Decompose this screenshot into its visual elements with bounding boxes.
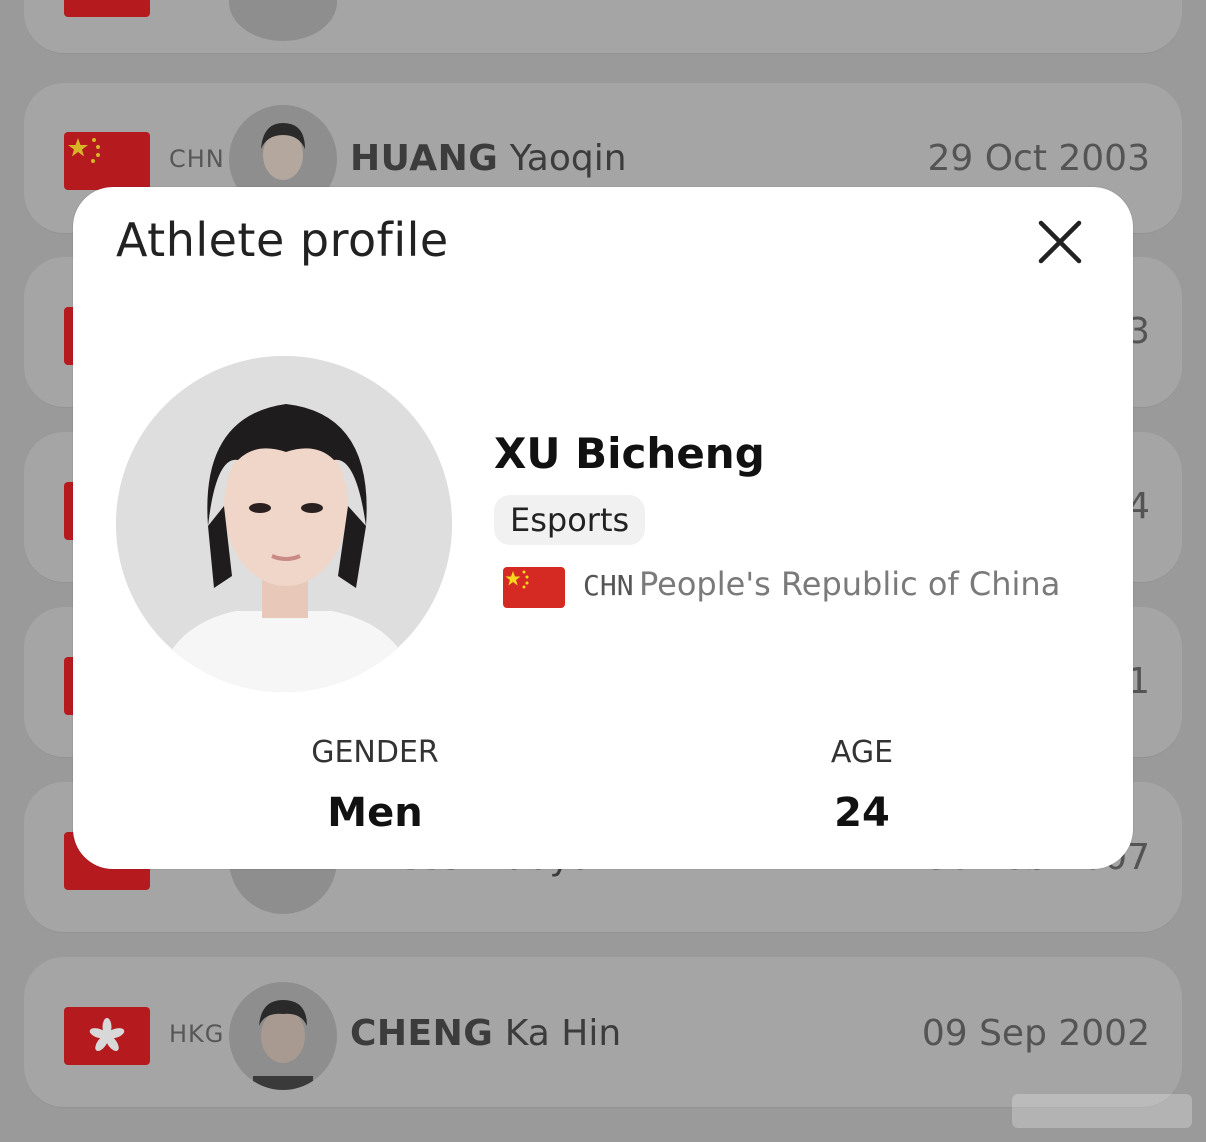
chn-flag-icon	[503, 567, 565, 608]
birth-date: 29 Oct 2003	[927, 138, 1150, 179]
country-code: HKG	[169, 1020, 225, 1048]
list-item[interactable]	[24, 0, 1182, 53]
flag-icon	[64, 0, 150, 17]
list-item[interactable]: HKG CHENG Ka Hin 09 Sep 2002	[24, 957, 1182, 1107]
athlete-profile-dialog: Athlete profile XU Bicheng Esports CHN P…	[73, 187, 1133, 869]
athlete-name: HUANG Yaoqin	[350, 138, 627, 179]
country-code: CHN	[583, 569, 634, 602]
avatar	[229, 0, 337, 41]
chn-flag-icon	[64, 132, 150, 190]
sport-badge: Esports	[494, 495, 646, 545]
hkg-flag-icon	[64, 1007, 150, 1065]
birth-date: 09 Sep 2002	[921, 1013, 1150, 1054]
country-code: CHN	[169, 145, 225, 173]
athlete-photo	[116, 356, 452, 692]
gender-label: GENDER	[311, 735, 439, 770]
athlete-name: CHENG Ka Hin	[350, 1013, 622, 1054]
age-label: AGE	[830, 735, 894, 770]
close-button[interactable]	[1035, 217, 1085, 267]
age-value: 24	[834, 790, 890, 836]
close-icon	[1038, 220, 1082, 264]
gender-value: Men	[327, 790, 423, 836]
country-name: People's Republic of China	[639, 565, 1061, 603]
watermark	[1012, 1094, 1192, 1128]
athlete-name: XU Bicheng	[494, 429, 765, 478]
dialog-title: Athlete profile	[116, 213, 449, 267]
avatar	[229, 982, 337, 1090]
